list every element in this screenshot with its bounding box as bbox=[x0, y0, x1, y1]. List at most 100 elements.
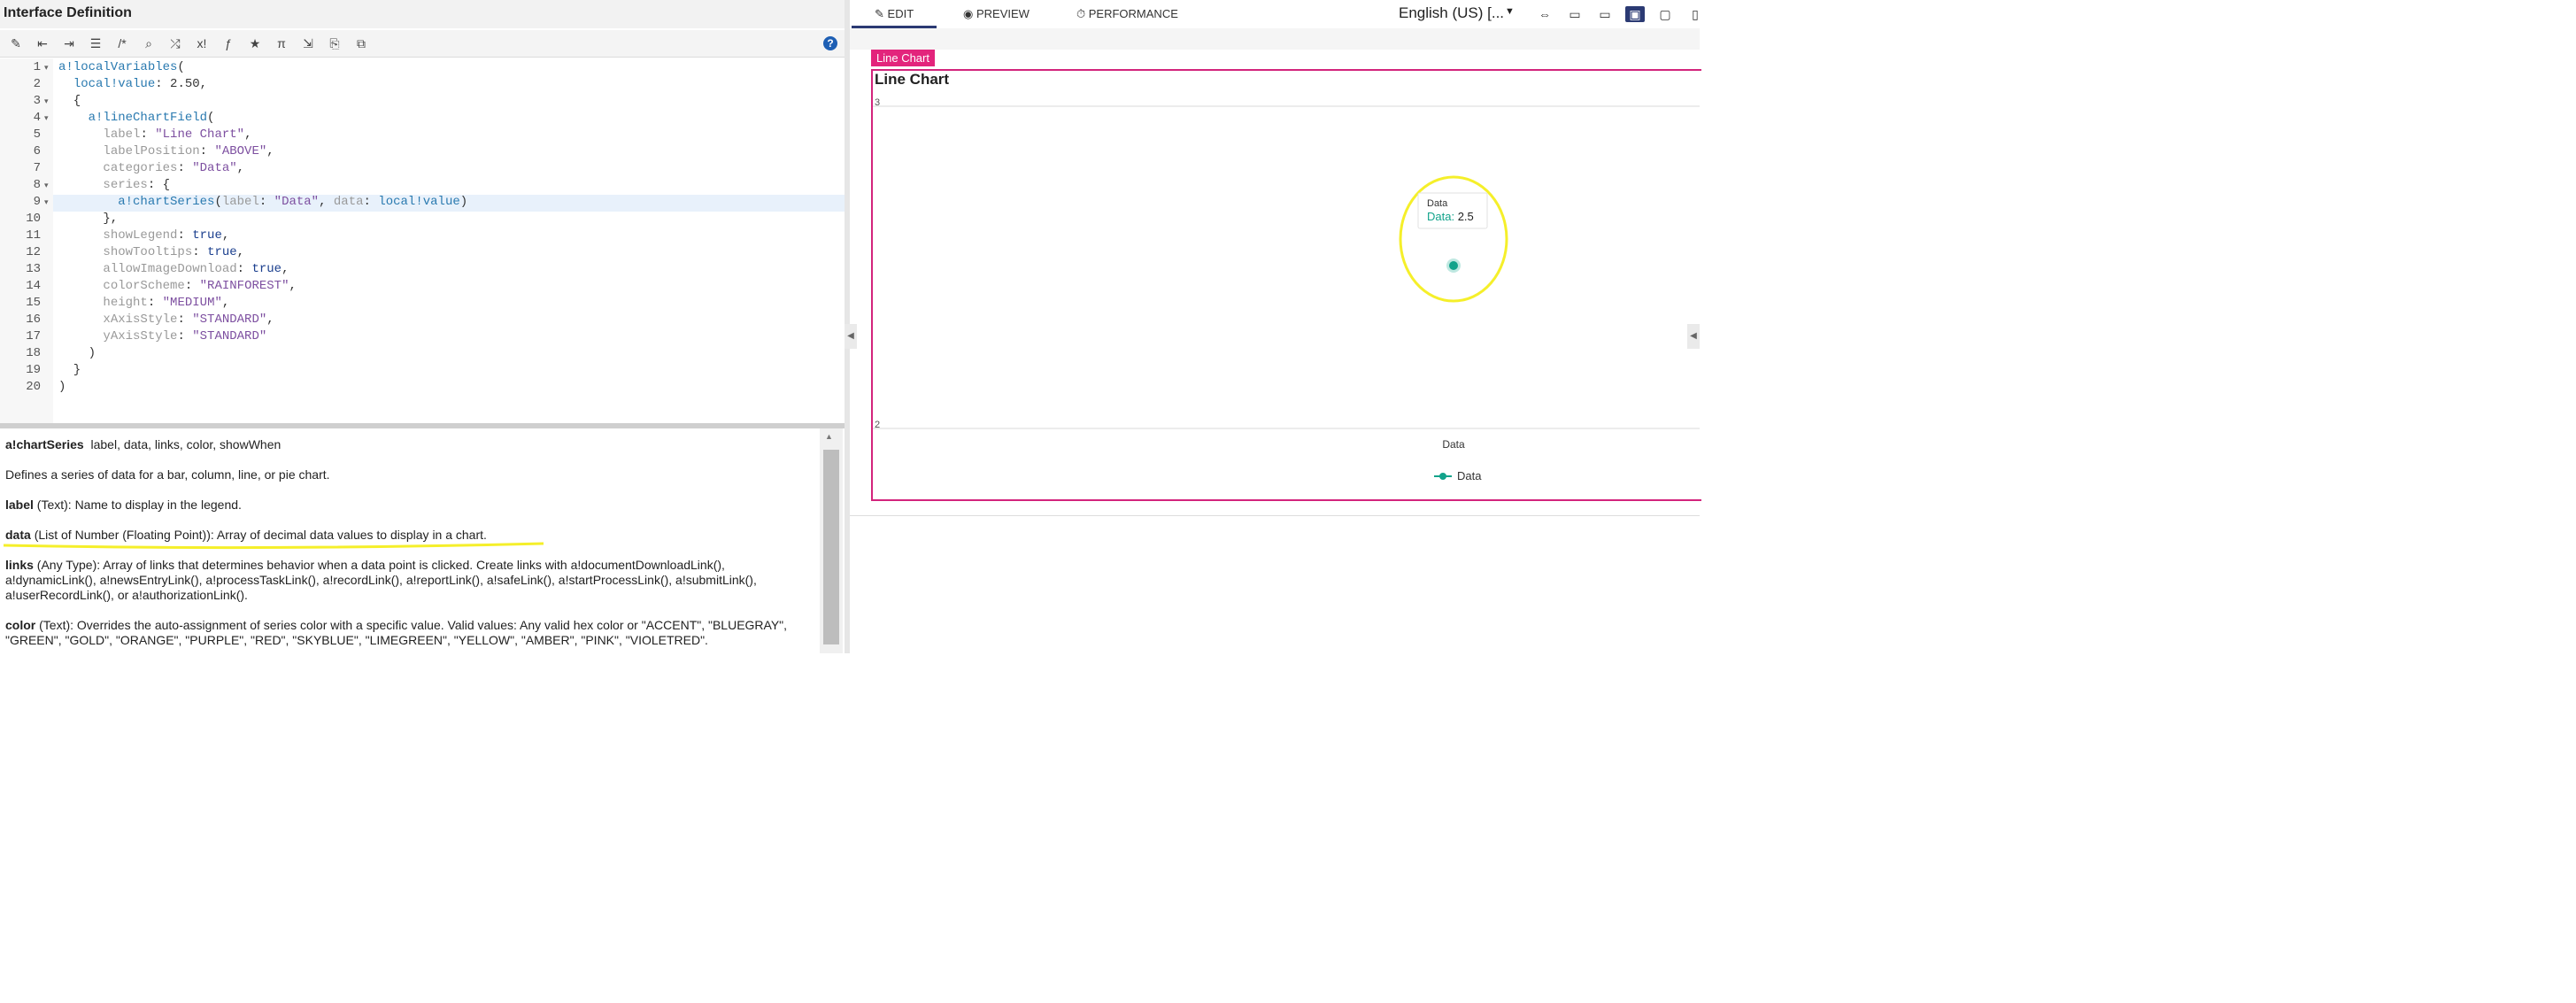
code-line: xAxisStyle: "STANDARD", bbox=[103, 312, 274, 327]
y-tick-label: 2 bbox=[875, 420, 880, 430]
canvas-bottom-border bbox=[850, 515, 1700, 516]
code-line: yAxisStyle: "STANDARD" bbox=[103, 329, 267, 343]
chevron-down-icon: ▼ bbox=[1505, 6, 1515, 17]
language-select[interactable]: English (US) [... ▼ bbox=[1392, 2, 1521, 27]
code-line: { bbox=[58, 94, 81, 108]
line-number: 20 bbox=[26, 380, 41, 394]
function-icon[interactable]: ƒ bbox=[218, 34, 239, 53]
tab-preview[interactable]: ◉ PREVIEW bbox=[963, 7, 1030, 21]
tablet-icon[interactable]: ▢ bbox=[1655, 6, 1675, 22]
code-line: ) bbox=[58, 346, 96, 360]
line-number: 16 bbox=[26, 312, 41, 327]
legend-marker bbox=[1439, 473, 1446, 480]
line-number: 9 bbox=[33, 195, 41, 209]
desktop-icon[interactable]: ▭ bbox=[1565, 6, 1585, 22]
component-tag[interactable]: Line Chart bbox=[871, 50, 935, 66]
code-line: height: "MEDIUM", bbox=[103, 296, 230, 310]
line-number: 3 bbox=[33, 94, 41, 108]
help-icon[interactable]: ? bbox=[823, 36, 837, 50]
doc-description: Defines a series of data for a bar, colu… bbox=[5, 467, 330, 482]
pane-header: Interface Definition bbox=[0, 0, 845, 28]
yellow-underline-annotation bbox=[3, 542, 544, 550]
line-number: 13 bbox=[26, 262, 41, 276]
x-tick-label: Data bbox=[1442, 438, 1465, 451]
search-icon[interactable]: ⌕ bbox=[138, 34, 159, 53]
collapse-left-icon[interactable]: ◀ bbox=[845, 324, 857, 349]
tab-label: EDIT bbox=[887, 7, 914, 20]
doc-scrollbar-thumb[interactable] bbox=[823, 450, 839, 644]
fold-toggle-icon[interactable]: ▾ bbox=[44, 63, 49, 73]
line-number: 4 bbox=[33, 111, 41, 125]
indent-icon[interactable]: ⇥ bbox=[58, 34, 80, 53]
fold-toggle-icon[interactable]: ▾ bbox=[44, 113, 49, 123]
code-line: labelPosition: "ABOVE", bbox=[103, 144, 274, 158]
param-name: links bbox=[5, 558, 34, 572]
line-number: 12 bbox=[26, 245, 41, 259]
tab-label: PERFORMANCE bbox=[1088, 7, 1178, 20]
line-number: 6 bbox=[33, 144, 41, 158]
code-line: showLegend: true, bbox=[103, 228, 230, 243]
scroll-up-icon[interactable]: ▲ bbox=[825, 432, 833, 441]
tab-performance[interactable]: ⏱ PERFORMANCE bbox=[1076, 7, 1178, 21]
code-line: a!localVariables( bbox=[58, 60, 185, 74]
line-number: 8 bbox=[33, 178, 41, 192]
param-desc: (Any Type): Array of links that determin… bbox=[5, 558, 757, 602]
line-number: 17 bbox=[26, 329, 41, 343]
outdent-icon[interactable]: ⇤ bbox=[32, 34, 53, 53]
export-icon[interactable]: ⇲ bbox=[297, 34, 319, 53]
tooltip-title: Data bbox=[1427, 198, 1448, 209]
code-editor[interactable]: 1 ▾ 2 3 ▾ 4 ▾ 5 6 7 8 ▾ 9 ▾ 10 11 12 13 14 15 16 17 18 19 20 a!l… bbox=[0, 58, 845, 426]
fold-toggle-icon[interactable]: ▾ bbox=[44, 96, 49, 106]
doc-param-label: label (Text): Name to display in the leg… bbox=[5, 498, 802, 513]
param-desc: (Text): Name to display in the legend. bbox=[36, 498, 242, 512]
canvas-top-strip bbox=[850, 28, 1700, 50]
line-number: 5 bbox=[33, 127, 41, 142]
shuffle-icon[interactable]: ⤮ bbox=[165, 34, 186, 53]
monitor-icon[interactable]: ▭ bbox=[1595, 6, 1615, 22]
line-number: 2 bbox=[33, 77, 41, 91]
copy-icon[interactable]: ⎘ bbox=[324, 34, 345, 53]
fold-toggle-icon[interactable]: ▾ bbox=[44, 197, 49, 207]
y-tick-label: 3 bbox=[875, 97, 880, 108]
phone-icon[interactable]: ▯ bbox=[1685, 6, 1705, 22]
doc-fn-name: a!chartSeries bbox=[5, 437, 84, 451]
tab-label: PREVIEW bbox=[976, 7, 1030, 20]
code-line: categories: "Data", bbox=[103, 161, 245, 175]
editor-toolbar: ✎ ⇤ ⇥ ☰ /* ⌕ ⤮ x! ƒ ★ π ⇲ ⎘ ⧉ ? bbox=[0, 30, 845, 58]
edit-icon: ✎ bbox=[875, 7, 884, 20]
code-line: } bbox=[58, 363, 81, 377]
timer-icon: ⏱ bbox=[1076, 7, 1086, 20]
doc-param-links: links (Any Type): Array of links that de… bbox=[5, 558, 802, 603]
line-gutter: 1 ▾ 2 3 ▾ 4 ▾ 5 6 7 8 ▾ 9 ▾ 10 11 12 13 14 15 16 17 18 19 20 bbox=[0, 58, 53, 425]
pi-icon[interactable]: π bbox=[271, 34, 292, 53]
fold-toggle-icon[interactable]: ▾ bbox=[44, 181, 49, 190]
line-number: 1 bbox=[33, 60, 41, 74]
code-line: ) bbox=[58, 380, 66, 394]
line-number: 14 bbox=[26, 279, 41, 293]
layers-icon[interactable]: ⧉ bbox=[351, 34, 372, 53]
comment-icon[interactable]: /* bbox=[112, 34, 133, 53]
code-line: local!value: 2.50, bbox=[73, 77, 208, 91]
legend-label[interactable]: Data bbox=[1457, 469, 1482, 482]
eye-icon: ◉ bbox=[963, 7, 974, 20]
code-line: a!chartSeries(label: "Data", data: local… bbox=[118, 195, 468, 209]
laptop-icon[interactable]: ▣ bbox=[1625, 6, 1645, 22]
star-icon[interactable]: ★ bbox=[244, 34, 266, 53]
data-point[interactable] bbox=[1449, 261, 1458, 270]
code-line: }, bbox=[58, 212, 119, 226]
expression-icon[interactable]: x! bbox=[191, 34, 212, 53]
fit-width-icon[interactable]: ⇔ bbox=[1535, 6, 1554, 22]
doc-fn-params: label, data, links, color, showWhen bbox=[90, 437, 282, 451]
wand-icon[interactable]: ✎ bbox=[5, 34, 27, 53]
language-value: English (US) [... bbox=[1399, 4, 1505, 21]
tab-edit[interactable]: ✎ EDIT bbox=[875, 7, 914, 21]
line-number: 11 bbox=[26, 228, 41, 243]
format-icon[interactable]: ☰ bbox=[85, 34, 106, 53]
line-number: 7 bbox=[33, 161, 41, 175]
line-number: 19 bbox=[26, 363, 41, 377]
doc-signature: a!chartSeries label, data, links, color,… bbox=[5, 437, 802, 452]
collapse-right-icon[interactable]: ◀ bbox=[1687, 324, 1700, 349]
tooltip-value: Data: 2.5 bbox=[1427, 210, 1474, 223]
code-line: showTooltips: true, bbox=[103, 245, 245, 259]
chart-title: Line Chart bbox=[875, 71, 950, 88]
